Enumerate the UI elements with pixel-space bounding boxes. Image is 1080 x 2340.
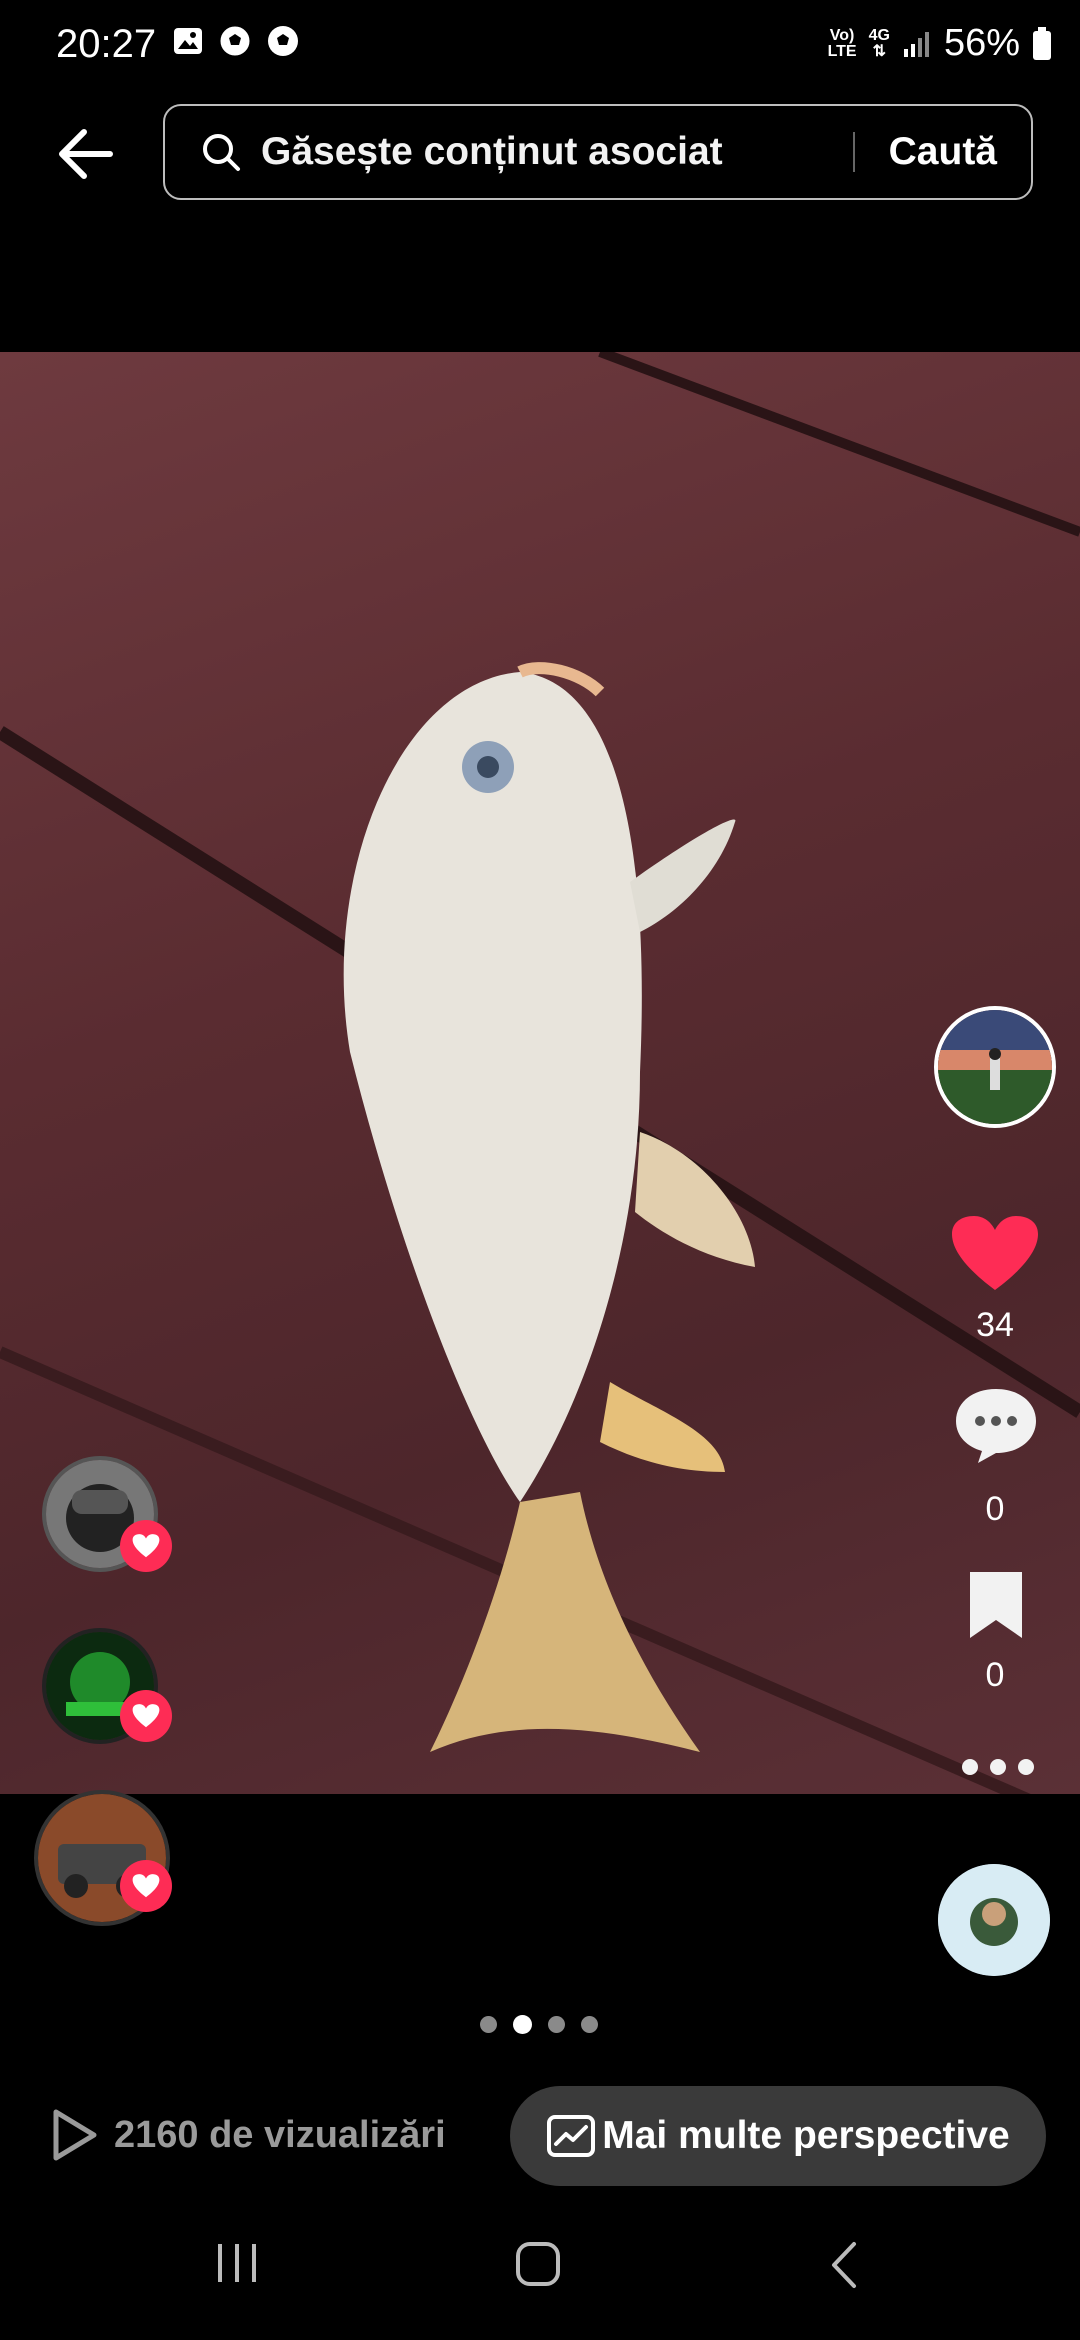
more-button[interactable] — [960, 1756, 1036, 1778]
nav-back-button[interactable] — [826, 2240, 862, 2295]
like-button[interactable] — [950, 1214, 1040, 1294]
search-bar[interactable]: Găsește conținut asociat Caută — [163, 104, 1033, 200]
views-counter: 2160 de vizualizări — [50, 2108, 446, 2162]
volte-top: Vo) — [829, 26, 855, 44]
recents-button[interactable] — [214, 2240, 260, 2291]
author-avatar-image — [938, 1010, 1052, 1124]
page-dot[interactable] — [581, 2016, 598, 2033]
more-icon — [962, 1759, 1034, 1775]
signal-icon — [903, 31, 929, 57]
network-gen: 4G ⇅ — [868, 26, 890, 60]
comment-icon — [956, 1389, 1036, 1463]
home-icon — [516, 2242, 560, 2286]
fish-photo — [0, 352, 1080, 1794]
views-label: 2160 de vizualizări — [114, 2113, 446, 2156]
liker-heart-badge — [120, 1860, 172, 1912]
network-gen-label: 4G — [868, 26, 890, 44]
heart-icon — [132, 1874, 160, 1898]
page-dot-active[interactable] — [513, 2015, 532, 2034]
sound-disc-image — [938, 1864, 1050, 1976]
volte-bottom: LTE — [827, 42, 857, 60]
home-button[interactable] — [514, 2240, 562, 2293]
bookmark-icon — [970, 1572, 1022, 1638]
sound-disc[interactable] — [938, 1864, 1050, 1976]
search-input[interactable]: Găsește conținut asociat — [261, 130, 853, 174]
search-icon — [203, 134, 240, 171]
author-avatar[interactable] — [934, 1006, 1056, 1128]
more-insights-button[interactable]: Mai multe perspective — [510, 2086, 1046, 2186]
search-submit-button[interactable]: Caută — [889, 130, 997, 174]
volte-indicator: Vo) LTE — [827, 26, 857, 60]
nav-back-icon — [832, 2242, 856, 2288]
page-dot[interactable] — [480, 2016, 497, 2033]
more-insights-label: Mai multe perspective — [602, 2114, 1010, 2157]
battery-icon — [1033, 26, 1051, 60]
comment-button[interactable] — [952, 1385, 1040, 1465]
recents-icon — [218, 2244, 256, 2282]
save-count: 0 — [985, 1656, 1005, 1694]
trending-icon — [547, 2115, 596, 2157]
heart-icon — [132, 1534, 160, 1558]
back-arrow-icon — [59, 129, 113, 179]
save-button[interactable] — [966, 1568, 1026, 1642]
heart-icon — [952, 1216, 1038, 1290]
liker-heart-badge — [120, 1690, 172, 1742]
like-count: 34 — [976, 1306, 1014, 1344]
photo-pagination — [480, 2015, 598, 2034]
comment-count: 0 — [985, 1490, 1005, 1528]
heart-icon — [132, 1704, 160, 1728]
battery-percent: 56% — [943, 22, 1020, 64]
post-photo[interactable] — [0, 352, 1080, 1794]
data-arrows: ⇅ — [872, 42, 886, 60]
soccer-ball-icon — [219, 25, 251, 57]
system-icons: Vo) LTE 4G ⇅ 56% — [828, 22, 1052, 65]
page-dot[interactable] — [548, 2016, 565, 2033]
notification-icons — [172, 24, 300, 58]
gallery-icon — [174, 28, 202, 54]
status-time: 20:27 — [56, 22, 157, 66]
soccer-ball-icon — [268, 26, 298, 56]
search-divider — [852, 132, 855, 172]
play-icon — [53, 2109, 97, 2161]
liker-heart-badge — [120, 1520, 172, 1572]
back-button[interactable] — [50, 118, 122, 190]
